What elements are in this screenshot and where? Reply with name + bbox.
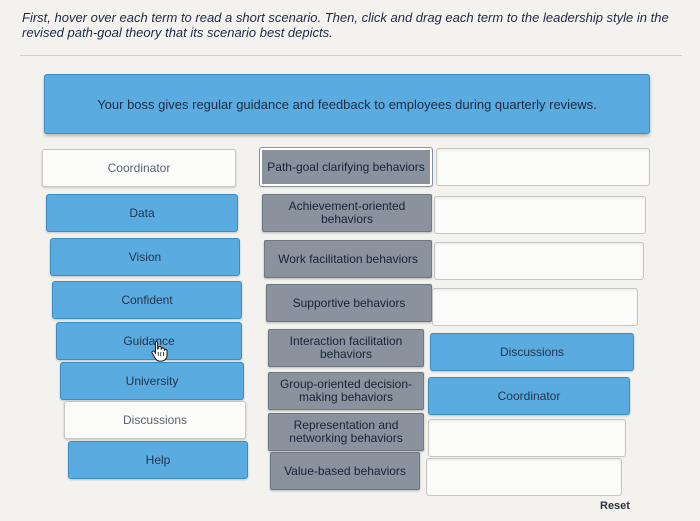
scenario-panel: Your boss gives regular guidance and fee…	[44, 74, 650, 134]
drop-zone[interactable]	[436, 148, 650, 186]
term-label: Discussions	[122, 413, 188, 427]
style-supportive: Supportive behaviors	[266, 284, 432, 322]
term-discussions[interactable]: Discussions	[64, 401, 246, 439]
reset-button[interactable]: Reset	[600, 500, 630, 512]
style-label: Supportive behaviors	[292, 295, 406, 310]
drop-zone[interactable]	[426, 458, 622, 496]
style-label: Interaction facilitation behaviors	[289, 334, 403, 361]
instructions-text: First, hover over each term to read a sh…	[22, 10, 669, 40]
style-label: Group-oriented decision-making behaviors	[279, 377, 413, 404]
term-coordinator[interactable]: Coordinator	[42, 149, 236, 187]
term-vision[interactable]: Vision	[50, 238, 240, 276]
term-help[interactable]: Help	[68, 441, 248, 479]
term-confident[interactable]: Confident	[52, 281, 242, 319]
hand-pointer-icon	[151, 340, 168, 362]
term-data[interactable]: Data	[46, 194, 238, 232]
drop-zone[interactable]	[428, 419, 626, 457]
style-work-facilitation: Work facilitation behaviors	[264, 240, 432, 278]
style-label: Achievement-oriented behaviors	[288, 199, 406, 226]
term-label: Help	[145, 453, 171, 467]
style-representation-networking: Representation and networking behaviors	[268, 413, 424, 451]
term-university[interactable]: University	[60, 362, 244, 400]
term-label: University	[125, 374, 179, 388]
term-label: Coordinator	[107, 161, 171, 175]
term-label: Confident	[121, 293, 173, 307]
drop-zone[interactable]	[434, 196, 646, 234]
drop-zone-filled[interactable]: Coordinator	[428, 377, 630, 415]
style-label: Representation and networking behaviors	[289, 418, 403, 445]
style-label: Value-based behaviors	[284, 463, 406, 478]
style-label: Path-goal clarifying behaviors	[267, 159, 425, 174]
drop-zone[interactable]	[432, 288, 638, 326]
term-label: Vision	[128, 250, 162, 264]
style-label: Work facilitation behaviors	[278, 251, 418, 266]
drop-zone[interactable]	[434, 242, 644, 280]
term-label: Data	[129, 206, 155, 220]
style-group-oriented-decision-making: Group-oriented decision-making behaviors	[268, 372, 424, 410]
term-guidance[interactable]: Guidance	[56, 322, 242, 360]
drop-zone-filled[interactable]: Discussions	[430, 333, 634, 371]
style-path-goal-clarifying: Path-goal clarifying behaviors	[259, 147, 433, 187]
style-interaction-facilitation: Interaction facilitation behaviors	[268, 329, 424, 367]
style-achievement-oriented: Achievement-oriented behaviors	[262, 194, 432, 232]
scenario-text: Your boss gives regular guidance and fee…	[97, 96, 597, 112]
divider	[20, 55, 682, 56]
style-value-based: Value-based behaviors	[270, 452, 420, 490]
